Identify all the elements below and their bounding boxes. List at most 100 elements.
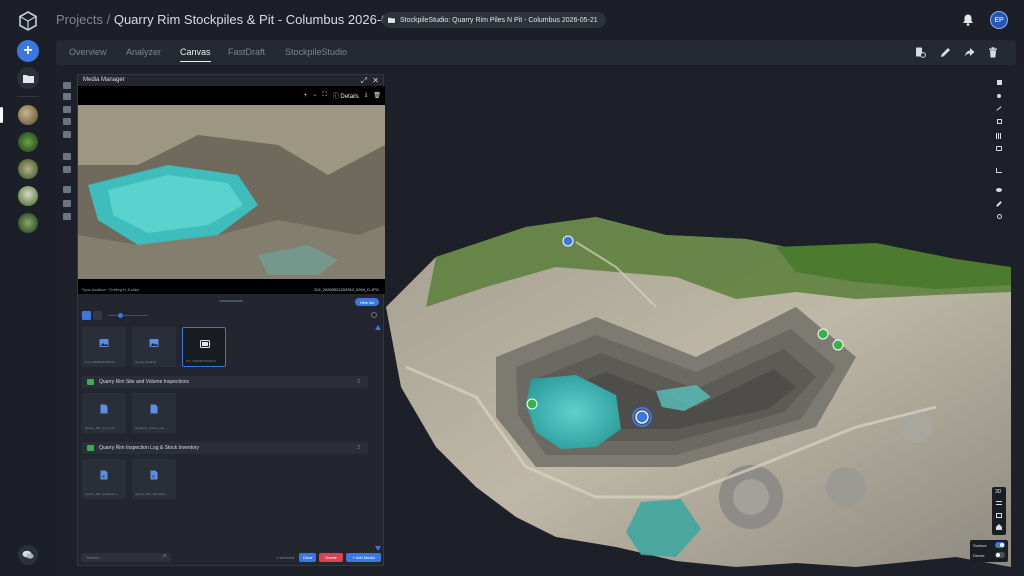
gear-icon[interactable] bbox=[371, 312, 377, 318]
chat-icon bbox=[22, 550, 34, 559]
project-thumbnail[interactable] bbox=[18, 213, 38, 233]
measure-angle-icon[interactable] bbox=[995, 167, 1003, 174]
project-thumbnail[interactable] bbox=[18, 186, 38, 206]
hide-list-button[interactable]: Hide list bbox=[354, 298, 379, 306]
volume-icon[interactable] bbox=[995, 145, 1003, 152]
media-group-header[interactable]: Quarry Rim Site and Volume Inspections 2 bbox=[82, 376, 368, 388]
chat-button[interactable] bbox=[18, 545, 38, 565]
grid-icon[interactable] bbox=[995, 132, 1003, 139]
tool-icon[interactable] bbox=[63, 118, 71, 125]
tab-stockpilestudio[interactable]: StockpileStudio bbox=[285, 47, 347, 57]
share-arrow-icon bbox=[964, 47, 974, 56]
breadcrumb-projects-link[interactable]: Projects bbox=[56, 12, 103, 27]
dense-toggle[interactable] bbox=[995, 552, 1005, 558]
tab-fastdraft[interactable]: FastDraft bbox=[228, 47, 265, 57]
tool-icon[interactable] bbox=[63, 186, 71, 193]
view-mode-label[interactable]: 3D bbox=[995, 489, 1001, 495]
trash-icon[interactable]: 🗑 bbox=[373, 92, 381, 99]
group-label: Quarry Rim Site and Volume Inspections bbox=[99, 379, 190, 385]
ruler-icon[interactable] bbox=[995, 200, 1003, 207]
delete-button[interactable]: Delete bbox=[319, 553, 343, 562]
add-media-button[interactable]: + Add Media bbox=[346, 553, 381, 562]
grid-view-button[interactable] bbox=[82, 311, 91, 320]
tool-icon[interactable] bbox=[63, 106, 71, 113]
layer-icon[interactable] bbox=[995, 79, 1003, 86]
project-thumbnail[interactable] bbox=[18, 105, 38, 125]
selected-marker[interactable] bbox=[632, 407, 652, 427]
tool-icon[interactable] bbox=[63, 153, 71, 160]
marker-pin[interactable] bbox=[562, 235, 574, 247]
surface-label: Surface bbox=[973, 543, 987, 548]
polygon-icon[interactable] bbox=[995, 118, 1003, 125]
project-thumbnail[interactable] bbox=[18, 159, 38, 179]
delete-project-button[interactable] bbox=[987, 46, 999, 58]
view-toggle-group bbox=[82, 311, 102, 320]
tool-icon[interactable] bbox=[63, 82, 71, 89]
slider-handle[interactable] bbox=[118, 313, 123, 318]
layers-icon[interactable] bbox=[996, 501, 1002, 505]
fullscreen-icon[interactable]: ⛶ bbox=[323, 92, 327, 99]
folder-button[interactable] bbox=[17, 67, 39, 89]
marker-pin[interactable] bbox=[526, 398, 538, 410]
search-input[interactable]: Search... bbox=[81, 553, 171, 562]
notifications-bell-icon[interactable] bbox=[961, 13, 975, 27]
marker-pin[interactable] bbox=[817, 328, 829, 340]
tool-icon[interactable] bbox=[63, 213, 71, 220]
user-avatar[interactable]: EP bbox=[990, 11, 1008, 29]
group-count: 2 bbox=[357, 445, 360, 451]
video-icon bbox=[200, 340, 210, 348]
file-tile[interactable]: Quarry Heading bbox=[132, 327, 176, 367]
point-icon[interactable] bbox=[995, 92, 1003, 99]
app-logo-icon[interactable] bbox=[18, 11, 38, 31]
zoom-in-icon[interactable]: + bbox=[303, 93, 307, 99]
share-button[interactable] bbox=[963, 46, 975, 58]
eye-icon[interactable] bbox=[995, 186, 1003, 193]
file-tile[interactable]: Quarry_Rim_Insp_Vol... bbox=[82, 393, 126, 433]
expand-icon[interactable]: ⤢ bbox=[361, 76, 367, 86]
download-icon[interactable]: ⤓ bbox=[365, 92, 368, 99]
file-tile[interactable]: x Quarry_Rim_Stockpile... bbox=[132, 459, 176, 499]
document-gear-icon bbox=[915, 47, 926, 58]
list-view-button[interactable] bbox=[93, 311, 102, 320]
project-thumbnail[interactable] bbox=[18, 132, 38, 152]
file-tile-selected[interactable]: DJI_20260521202910 bbox=[182, 327, 226, 367]
stockpile-studio-chip[interactable]: StockpileStudio: Quarry Rim Piles N Pit … bbox=[382, 12, 606, 28]
file-tile[interactable]: x Quarry_Rim_Inspection... bbox=[82, 459, 126, 499]
page-title: Quarry Rim Stockpiles & Pit - Columbus 2… bbox=[113, 12, 415, 27]
pdf-icon bbox=[100, 404, 108, 414]
details-button[interactable]: ⓘ Details bbox=[333, 91, 359, 100]
home-icon[interactable] bbox=[996, 524, 1002, 530]
tab-overview[interactable]: Overview bbox=[69, 47, 107, 57]
folder-icon bbox=[388, 17, 395, 23]
media-manager-footer: Search... ⌕ 1 selected Clear Delete + Ad… bbox=[78, 551, 383, 565]
marker-pin[interactable] bbox=[832, 339, 844, 351]
media-group-header[interactable]: Quarry Rim Inspection Log & Stock Invent… bbox=[82, 442, 368, 454]
tool-icon[interactable] bbox=[63, 131, 71, 138]
tool-icon[interactable] bbox=[63, 200, 71, 207]
tool-icon[interactable] bbox=[63, 166, 71, 173]
file-tile[interactable]: Stockpile_Volume_Su... bbox=[132, 393, 176, 433]
clear-button[interactable]: Clear bbox=[299, 553, 316, 562]
line-icon[interactable] bbox=[995, 105, 1003, 112]
add-project-button[interactable]: + bbox=[17, 40, 39, 62]
media-manager-panel: Media Manager ⤢ ✕ + − ⛶ ⓘ Details ⤓ 🗑 Sy… bbox=[77, 74, 385, 566]
close-icon[interactable]: ✕ bbox=[372, 76, 379, 85]
report-settings-button[interactable] bbox=[914, 46, 926, 58]
preview-filename: DJI_20260521202910_0294_D.JPG bbox=[314, 287, 380, 292]
quarry-photo bbox=[78, 105, 385, 279]
monitor-icon[interactable] bbox=[996, 513, 1002, 518]
tab-analyzer[interactable]: Analyzer bbox=[126, 47, 161, 57]
tool-icon[interactable] bbox=[63, 93, 71, 100]
file-name: Quarry_Rim_Inspection... bbox=[85, 492, 120, 496]
resize-handle[interactable] bbox=[219, 300, 243, 302]
file-tile[interactable]: DJI_20260521202910 bbox=[82, 327, 126, 367]
edit-button[interactable] bbox=[939, 46, 951, 58]
zoom-out-icon[interactable]: − bbox=[313, 93, 317, 99]
list-scrollbar[interactable] bbox=[375, 325, 381, 551]
thumbnail-size-slider[interactable] bbox=[108, 315, 148, 316]
magnify-icon[interactable] bbox=[995, 213, 1003, 220]
app-root: + Projects / Quarry Rim Stockpiles & Pit… bbox=[0, 0, 1024, 576]
tab-canvas[interactable]: Canvas bbox=[180, 47, 211, 62]
left-rail: + bbox=[0, 0, 56, 576]
surface-toggle[interactable] bbox=[995, 542, 1005, 548]
